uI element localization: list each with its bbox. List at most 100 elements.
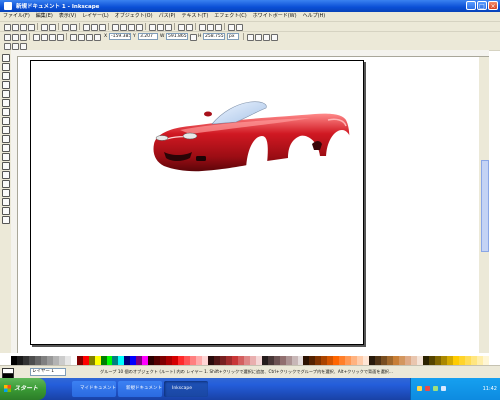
tweak-tool-icon[interactable] [2,72,10,80]
zoom-selection-icon[interactable] [112,24,119,31]
star-tool-icon[interactable] [2,117,10,125]
xml-editor-icon[interactable] [215,24,222,31]
raise-icon[interactable] [78,34,85,41]
3d-box-tool-icon[interactable] [2,99,10,107]
menu-object[interactable]: オブジェクト(O) [112,12,156,21]
tray-volume-icon[interactable] [441,386,446,391]
undo-icon[interactable] [62,24,69,31]
spiral-tool-icon[interactable] [2,126,10,134]
tray-ime-icon[interactable] [417,386,422,391]
y-field[interactable]: 3.207 [138,33,158,40]
start-button[interactable]: スタート [0,378,46,400]
unit-select[interactable]: px [227,33,239,40]
lower-icon[interactable] [86,34,93,41]
lower-to-bottom-icon[interactable] [94,34,101,41]
pencil-tool-icon[interactable] [2,135,10,143]
clone-icon[interactable] [157,24,164,31]
task-my-documents[interactable]: マイドキュメント [72,381,116,397]
scale-corners-icon[interactable] [255,34,262,41]
menu-help[interactable]: ヘルプ(H) [300,12,329,21]
zoom-width-icon[interactable] [136,24,143,31]
menu-text[interactable]: テキスト(T) [178,12,211,21]
menu-layer[interactable]: レイヤー(L) [79,12,112,21]
width-field[interactable]: 591.865 [166,33,188,40]
red-convertible-car-drawing[interactable] [150,100,355,180]
redo-icon[interactable] [70,24,77,31]
align-icon[interactable] [228,24,235,31]
snap-enable-icon[interactable] [4,43,11,50]
cut-icon[interactable] [91,24,98,31]
snap-bbox-icon[interactable] [12,43,19,50]
group-icon[interactable] [178,24,185,31]
separator [108,23,109,30]
gradient-tool-icon[interactable] [2,189,10,197]
transform-pattern-icon[interactable] [271,34,278,41]
horizontal-ruler[interactable] [11,50,489,57]
rotate-cw-icon[interactable] [41,34,48,41]
separator [37,23,38,30]
minimize-button[interactable]: _ [466,1,476,10]
copy-icon[interactable] [83,24,90,31]
transform-gradient-icon[interactable] [263,34,270,41]
dropper-tool-icon[interactable] [2,198,10,206]
zoom-drawing-icon[interactable] [120,24,127,31]
paste-icon[interactable] [99,24,106,31]
layer-select[interactable]: レイヤー 1 [30,368,66,376]
palette-swatch[interactable] [482,356,489,365]
vertical-ruler[interactable] [11,56,18,353]
new-document-icon[interactable] [4,24,11,31]
height-field[interactable]: 258.755 [203,33,225,40]
rotate-ccw-icon[interactable] [33,34,40,41]
select-all-icon[interactable] [4,34,11,41]
duplicate-icon[interactable] [149,24,156,31]
flip-horizontal-icon[interactable] [49,34,56,41]
vertical-scroll-thumb[interactable] [481,160,489,252]
flip-vertical-icon[interactable] [57,34,64,41]
text-tool-icon[interactable] [2,162,10,170]
spray-tool-icon[interactable] [2,171,10,179]
selector-tool-icon[interactable] [2,54,10,62]
ungroup-icon[interactable] [186,24,193,31]
zoom-tool-icon[interactable] [2,81,10,89]
pen-tool-icon[interactable] [2,144,10,152]
export-icon[interactable] [49,24,56,31]
calligraphy-tool-icon[interactable] [2,153,10,161]
task-new-document[interactable]: 新規ドキュメント... [118,381,162,397]
ellipse-tool-icon[interactable] [2,108,10,116]
scale-stroke-icon[interactable] [247,34,254,41]
menu-view[interactable]: 表示(V) [56,12,79,21]
task-inkscape[interactable]: Inkscape [164,381,208,397]
menu-effects[interactable]: エフェクト(C) [211,12,249,21]
select-all-layers-icon[interactable] [12,34,19,41]
menu-edit[interactable]: 編集(E) [33,12,56,21]
menu-file[interactable]: ファイル(F) [0,12,33,21]
unlink-clone-icon[interactable] [165,24,172,31]
snap-nodes-icon[interactable] [20,43,27,50]
close-button[interactable]: × [488,1,498,10]
deselect-icon[interactable] [20,34,27,41]
print-icon[interactable] [28,24,35,31]
fill-stroke-icon[interactable] [199,24,206,31]
save-icon[interactable] [20,24,27,31]
tray-security-icon[interactable] [425,386,430,391]
color-palette[interactable] [11,356,489,365]
menu-whiteboard[interactable]: ホワイトボード(W) [250,12,300,21]
paint-bucket-tool-icon[interactable] [2,207,10,215]
eraser-tool-icon[interactable] [2,216,10,224]
menu-path[interactable]: パス(P) [156,12,179,21]
raise-to-top-icon[interactable] [70,34,77,41]
lock-ratio-icon[interactable] [190,34,197,41]
text-font-icon[interactable] [207,24,214,31]
rectangle-tool-icon[interactable] [2,90,10,98]
open-icon[interactable] [12,24,19,31]
x-field[interactable]: -159.385 [109,33,131,40]
connector-tool-icon[interactable] [2,180,10,188]
node-tool-icon[interactable] [2,63,10,71]
windows-logo-icon [4,385,11,392]
zoom-page-icon[interactable] [128,24,135,31]
import-icon[interactable] [41,24,48,31]
separator [243,33,244,40]
tray-network-icon[interactable] [433,386,438,391]
preferences-icon[interactable] [236,24,243,31]
maximize-button[interactable]: □ [477,1,487,10]
